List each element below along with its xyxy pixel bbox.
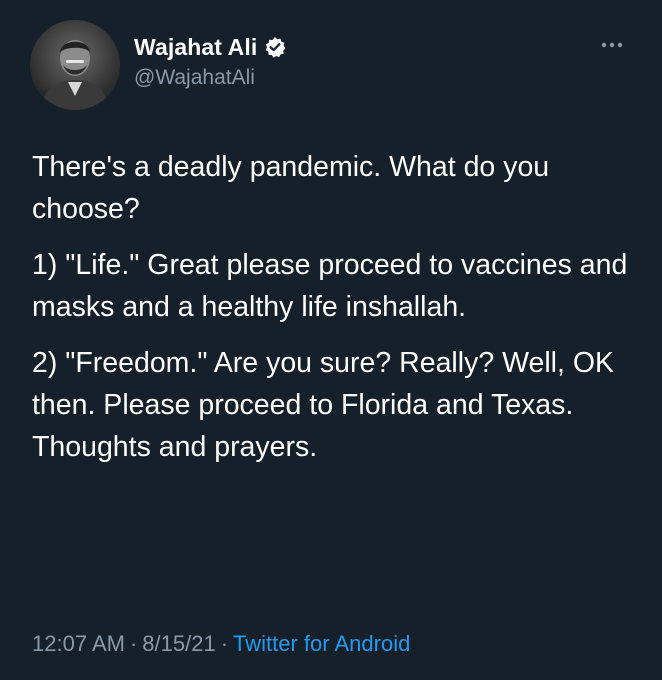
handle[interactable]: @WajahatAli	[134, 66, 286, 90]
separator: ·	[129, 631, 138, 656]
separator: ·	[220, 631, 229, 656]
tweet-card: Wajahat Ali @WajahatAli There's a deadly…	[0, 0, 662, 680]
tweet-date[interactable]: 8/15/21	[142, 631, 215, 656]
tweet-metadata: 12:07 AM · 8/15/21 · Twitter for Android	[32, 631, 410, 657]
display-name[interactable]: Wajahat Ali	[134, 34, 257, 61]
more-dots-icon[interactable]	[598, 38, 628, 52]
tweet-paragraph: There's a deadly pandemic. What do you c…	[32, 151, 550, 225]
tweet-time[interactable]: 12:07 AM	[32, 631, 125, 656]
tweet-source-link[interactable]: Twitter for Android	[233, 631, 410, 656]
profile-photo-icon	[30, 20, 120, 110]
tweet-text: There's a deadly pandemic. What do you c…	[32, 146, 642, 482]
tweet-paragraph: 1) "Life." Great please proceed to vacci…	[32, 249, 628, 323]
avatar[interactable]	[30, 20, 120, 110]
verified-badge-icon	[264, 36, 286, 58]
display-name-row: Wajahat Ali	[134, 32, 286, 62]
author-info: Wajahat Ali @WajahatAli	[134, 32, 286, 90]
tweet-paragraph: 2) "Freedom." Are you sure? Really? Well…	[32, 347, 615, 463]
